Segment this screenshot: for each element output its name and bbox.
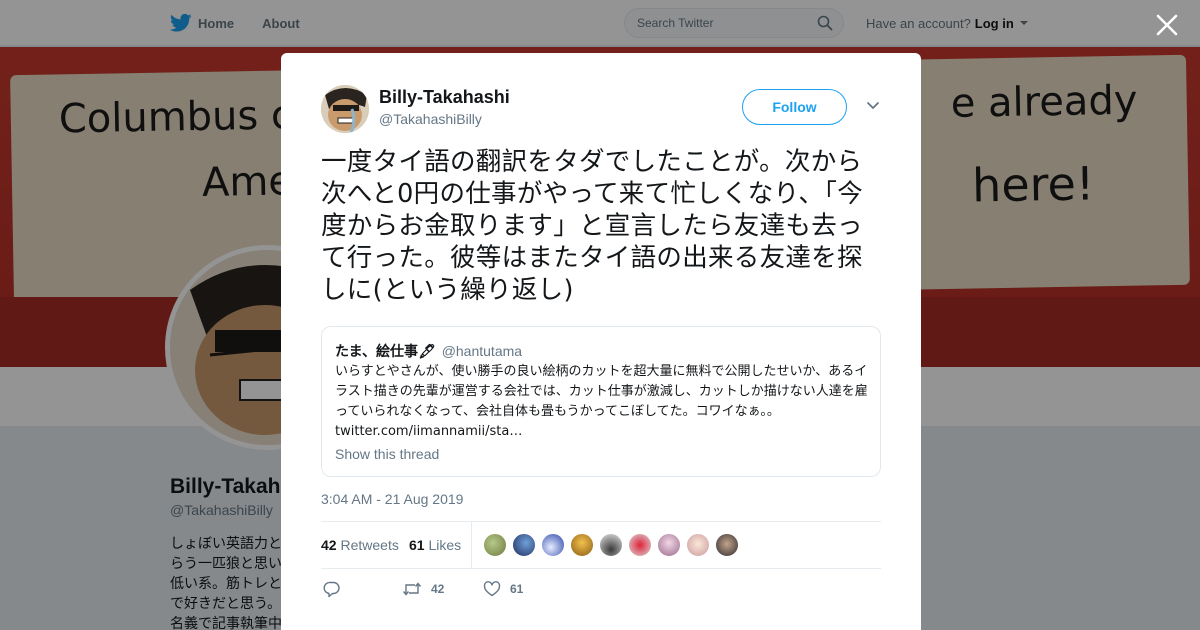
author-avatar[interactable] — [321, 85, 369, 133]
author-handle[interactable]: @TakahashiBilly — [379, 111, 482, 127]
tweet-text: 一度タイ語の翻訳をタダでしたことが。次から次へと0円の仕事がやって来て忙しくなり… — [321, 147, 864, 305]
likes-stat[interactable]: 61 Likes — [409, 537, 461, 553]
quoted-text: いらすとやさんが、使い勝手の良い絵柄のカットを超大量に無料で公開したせいか、ある… — [335, 364, 868, 419]
liker-avatar[interactable] — [483, 533, 507, 557]
stats-divider — [471, 522, 472, 568]
close-icon[interactable] — [1154, 12, 1180, 38]
reply-icon — [323, 581, 340, 598]
retweet-icon — [402, 582, 422, 596]
quoted-text-block: いらすとやさんが、使い勝手の良い絵柄のカットを超大量に無料で公開したせいか、ある… — [335, 362, 870, 442]
liker-avatar[interactable] — [541, 533, 565, 557]
retweets-label: Retweets — [340, 537, 399, 553]
quoted-author-name: たま、絵仕事🖋 — [335, 343, 436, 359]
liker-avatar[interactable] — [570, 533, 594, 557]
like-button[interactable]: 61 — [483, 580, 523, 598]
likes-label: Likes — [428, 537, 462, 553]
likes-count: 61 — [409, 537, 425, 553]
reply-button[interactable] — [323, 580, 341, 598]
tweet-actions: 42 61 — [321, 580, 881, 602]
liker-avatar[interactable] — [715, 533, 739, 557]
quoted-author-handle: @hantutama — [441, 343, 523, 359]
liker-avatar[interactable] — [628, 533, 652, 557]
liker-avatar[interactable] — [686, 533, 710, 557]
quoted-tweet[interactable]: たま、絵仕事🖋 @hantutama いらすとやさんが、使い勝手の良い絵柄のカッ… — [321, 326, 881, 477]
tweet-stats: 42 Retweets 61 Likes — [321, 521, 881, 569]
chevron-down-icon[interactable] — [866, 101, 880, 111]
author-name[interactable]: Billy-Takahashi — [379, 87, 510, 108]
like-count: 61 — [510, 582, 524, 596]
tweet-modal: Billy-Takahashi @TakahashiBilly Follow 一… — [281, 53, 921, 630]
show-thread-link[interactable]: Show this thread — [335, 446, 439, 462]
like-icon — [483, 581, 501, 597]
retweet-count: 42 — [431, 582, 445, 596]
quoted-link[interactable]: twitter.com/iimannamii/sta… — [335, 424, 522, 439]
quoted-header: たま、絵仕事🖋 @hantutama — [335, 341, 522, 361]
liker-avatar[interactable] — [657, 533, 681, 557]
author-avatar-illustration — [321, 85, 369, 133]
follow-button[interactable]: Follow — [742, 89, 847, 125]
liker-avatar[interactable] — [512, 533, 536, 557]
tweet-timestamp[interactable]: 3:04 AM - 21 Aug 2019 — [321, 491, 463, 507]
liker-avatar[interactable] — [599, 533, 623, 557]
retweets-stat[interactable]: 42 Retweets — [321, 537, 399, 553]
retweet-button[interactable]: 42 — [402, 580, 444, 598]
retweets-count: 42 — [321, 537, 337, 553]
